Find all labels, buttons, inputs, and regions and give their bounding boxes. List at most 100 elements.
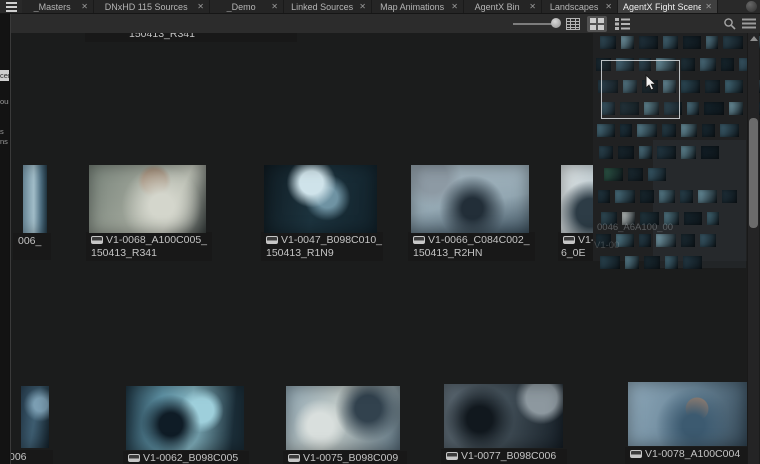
mini-clip-thumbnail[interactable] <box>700 234 716 247</box>
tab-close-icon[interactable]: ✕ <box>705 2 712 11</box>
clip-name-label[interactable]: V1-0077_B098C006 <box>446 451 556 462</box>
clip-name-label[interactable]: 006_ <box>18 236 41 247</box>
mini-clip-thumbnail[interactable] <box>681 80 700 93</box>
mini-clip-thumbnail[interactable] <box>683 256 702 269</box>
mini-clip-thumbnail[interactable] <box>683 36 701 49</box>
mini-clip-thumbnail[interactable] <box>615 190 635 203</box>
mini-clip-thumbnail[interactable] <box>644 256 660 269</box>
mini-clip-thumbnail[interactable] <box>681 234 695 247</box>
mini-clip-thumbnail[interactable] <box>725 80 743 93</box>
clip-name-label[interactable]: V1-0078_A100C004 <box>630 449 740 460</box>
mini-clip-thumbnail[interactable] <box>659 190 675 203</box>
mini-clip-thumbnail[interactable] <box>684 212 702 225</box>
tab-close-icon[interactable]: ✕ <box>605 2 612 11</box>
mini-clip-thumbnail[interactable] <box>637 124 657 137</box>
mini-clip-thumbnail[interactable] <box>687 102 699 115</box>
mini-clip-thumbnail[interactable] <box>720 124 739 137</box>
clip-name-label[interactable]: V1-0066_C084C002_ <box>413 235 530 246</box>
clip-name-label[interactable]: V1- <box>563 235 594 246</box>
mini-clip-thumbnail[interactable] <box>701 146 719 159</box>
tab-linked-sources[interactable]: Linked Sources✕ <box>284 0 372 13</box>
tab-close-icon[interactable]: ✕ <box>529 2 536 11</box>
clip-thumbnail[interactable] <box>126 386 244 450</box>
tab-map-animations[interactable]: Map Animations✕ <box>372 0 464 13</box>
mini-clip-thumbnail[interactable] <box>618 146 634 159</box>
mini-clip-thumbnail[interactable] <box>620 124 632 137</box>
mini-clip-thumbnail[interactable] <box>662 124 676 137</box>
tab-landscapes[interactable]: Landscapes✕ <box>542 0 618 13</box>
clip-thumbnail[interactable] <box>628 382 747 446</box>
tab-dnxhd-115-sources[interactable]: DNxHD 115 Sources✕ <box>94 0 210 13</box>
clip-thumbnail[interactable] <box>264 165 377 233</box>
mini-clip-thumbnail[interactable] <box>663 36 678 49</box>
clip-name-label[interactable]: 150413_R1N9 <box>266 248 334 259</box>
mini-clip-thumbnail[interactable] <box>600 36 616 49</box>
clip-thumbnail[interactable] <box>286 386 400 450</box>
sidebar-bin-item[interactable]: ourc <box>0 96 9 107</box>
mini-clip-thumbnail[interactable] <box>680 190 693 203</box>
tab--masters[interactable]: _Masters✕ <box>22 0 94 13</box>
mini-clip-thumbnail[interactable] <box>625 256 639 269</box>
clip-name-label[interactable]: 150413_R341 <box>91 248 157 259</box>
scrollbar-thumb[interactable] <box>749 118 758 228</box>
mini-clip-thumbnail[interactable] <box>665 256 678 269</box>
clip-name-label[interactable]: V1-0068_A100C005_ <box>91 235 207 246</box>
tabbar-round-button[interactable] <box>742 0 760 13</box>
bin-content[interactable]: 150413_R341 006_ V1-0068_A100C005_ 150413_R… <box>11 33 760 464</box>
mini-clip-thumbnail[interactable] <box>681 146 696 159</box>
mini-clip-thumbnail[interactable] <box>723 36 743 49</box>
clip-name-label[interactable]: V1-0075_B098C009 <box>288 453 398 464</box>
clip-name-label[interactable]: V1-0062_B098C005 <box>128 453 238 464</box>
tabbar-hamburger-icon[interactable] <box>0 0 22 13</box>
tab-agentx-fight-scene[interactable]: AgentX Fight Scene✕ <box>618 0 718 13</box>
mini-clip-thumbnail[interactable] <box>597 124 615 137</box>
mini-clip-thumbnail[interactable] <box>628 168 643 181</box>
clip-thumbnail[interactable] <box>89 165 206 233</box>
clip-name-label[interactable]: 6_0E <box>561 248 586 259</box>
mini-clip-thumbnail[interactable] <box>621 36 634 49</box>
clip-thumbnail[interactable] <box>444 384 563 448</box>
tab-agentx-bin[interactable]: AgentX Bin✕ <box>464 0 542 13</box>
mini-clip-thumbnail[interactable] <box>681 124 697 137</box>
vertical-scrollbar[interactable] <box>747 33 759 464</box>
tab-close-icon[interactable]: ✕ <box>197 2 204 11</box>
clip-thumbnail[interactable] <box>21 386 49 448</box>
mini-clip-thumbnail[interactable] <box>656 234 676 247</box>
tab--demo[interactable]: _Demo✕ <box>210 0 284 13</box>
scrollbar-up-arrow-icon[interactable] <box>750 36 758 41</box>
mini-clip-thumbnail[interactable] <box>604 168 623 181</box>
clip-name-label[interactable]: 006 <box>11 452 27 463</box>
mini-clip-thumbnail[interactable] <box>704 102 724 115</box>
mini-clip-thumbnail[interactable] <box>640 190 654 203</box>
mini-clip-thumbnail[interactable] <box>598 190 610 203</box>
mini-clip-thumbnail[interactable] <box>729 102 743 115</box>
clip-name-label[interactable]: 150413_R2HN <box>413 248 482 259</box>
mini-clip-thumbnail[interactable] <box>681 58 695 71</box>
tab-close-icon[interactable]: ✕ <box>451 2 458 11</box>
mini-clip-thumbnail[interactable] <box>705 80 720 93</box>
mini-clip-thumbnail[interactable] <box>707 212 719 225</box>
script-view-button[interactable] <box>612 16 632 32</box>
mini-clip-thumbnail[interactable] <box>700 58 716 71</box>
mini-clip-thumbnail[interactable] <box>721 58 734 71</box>
mini-clip-thumbnail[interactable] <box>639 234 651 247</box>
mini-clip-thumbnail[interactable] <box>657 146 676 159</box>
sidebar-bin-item[interactable]: cen <box>0 70 9 81</box>
clip-thumbnail[interactable] <box>23 165 47 233</box>
mini-clip-thumbnail[interactable] <box>639 36 658 49</box>
mini-clip-thumbnail[interactable] <box>722 190 737 203</box>
frame-view-button[interactable] <box>587 16 607 32</box>
sidebar-bin-item[interactable]: ns <box>0 136 9 147</box>
mini-clip-thumbnail[interactable] <box>600 256 620 269</box>
mini-clip-thumbnail[interactable] <box>706 36 718 49</box>
thumbnail-size-slider-knob[interactable] <box>551 18 561 28</box>
clip-name-label[interactable]: 150413_R341 <box>129 33 195 40</box>
mini-clip-thumbnail[interactable] <box>639 146 652 159</box>
mini-clip-thumbnail[interactable] <box>599 146 613 159</box>
clip-thumbnail[interactable] <box>411 165 529 233</box>
mini-clip-thumbnail[interactable] <box>698 190 717 203</box>
tab-close-icon[interactable]: ✕ <box>271 2 278 11</box>
tab-close-icon[interactable]: ✕ <box>359 2 366 11</box>
text-view-button[interactable] <box>563 16 583 32</box>
clip-name-label[interactable]: V1-0047_B098C010_ <box>266 235 382 246</box>
